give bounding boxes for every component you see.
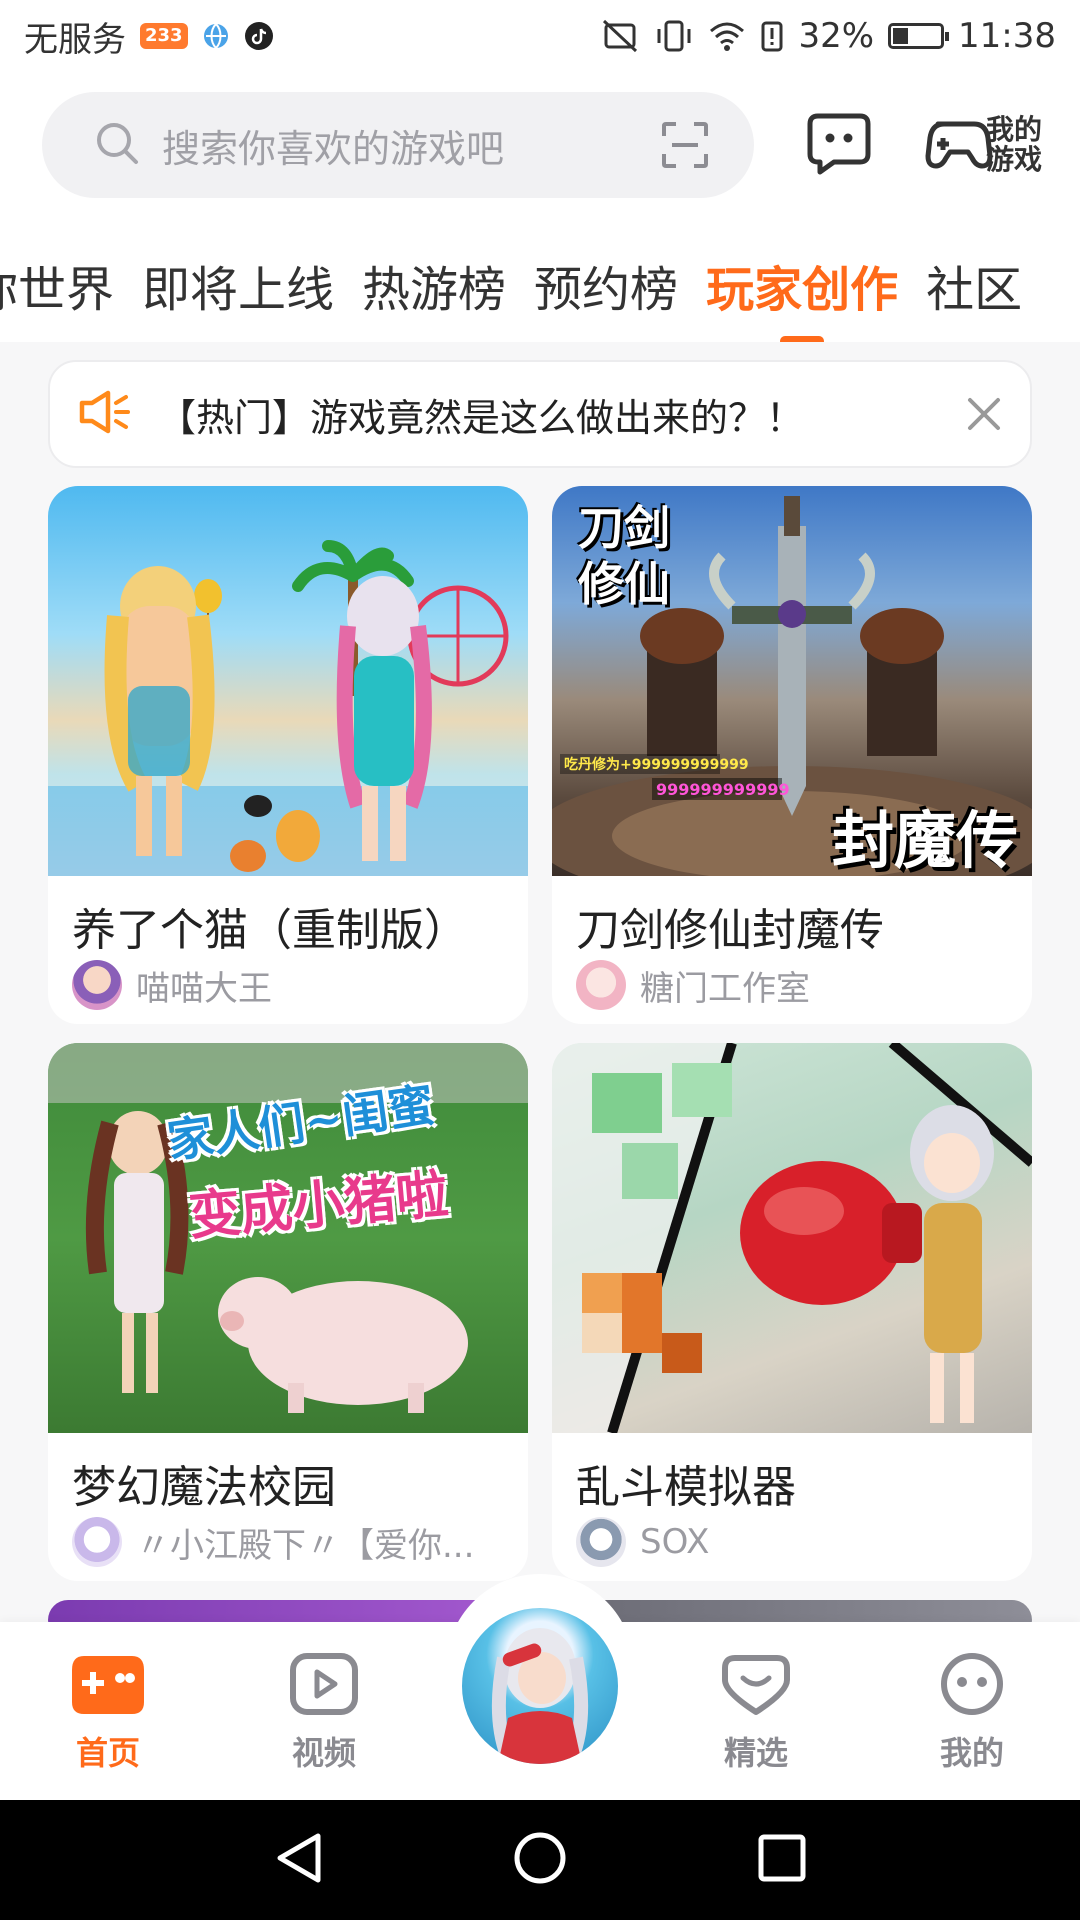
author-avatar xyxy=(576,1517,626,1567)
gamepad-icon xyxy=(70,1652,146,1720)
top-header: 搜索你喜欢的游戏吧 我的游戏 xyxy=(0,72,1080,222)
message-icon[interactable] xyxy=(806,110,872,180)
author-name: 糖门工作室 xyxy=(640,968,810,1009)
author-row[interactable]: SOX xyxy=(576,1517,1016,1567)
battery-icon xyxy=(888,23,950,49)
tab-community[interactable]: 社区 xyxy=(926,250,1022,320)
author-row[interactable]: 喵喵大王 xyxy=(72,960,512,1010)
clock-time: 11:38 xyxy=(958,16,1056,56)
nav-home[interactable]: 首页 xyxy=(48,1652,168,1774)
nav-featured[interactable]: 精选 xyxy=(696,1652,816,1774)
notice-text: 【热门】游戏竟然是这么做出来的？！ xyxy=(158,395,805,440)
author-row[interactable]: 〃小江殿下〃【爱你... xyxy=(72,1517,512,1567)
play-icon xyxy=(289,1652,359,1720)
game-cover-image: 家人们~闺蜜 变成小猪啦 xyxy=(48,1043,528,1433)
nav-video[interactable]: 视频 xyxy=(264,1652,384,1774)
tiktok-icon xyxy=(244,21,274,51)
browser-icon xyxy=(202,22,230,50)
battery-alert-icon xyxy=(760,19,784,53)
carrier-text: 无服务 xyxy=(24,19,126,60)
recents-square-icon[interactable] xyxy=(754,1830,810,1890)
category-tabs: 你世界 即将上线 热游榜 预约榜 玩家创作 社区 xyxy=(0,222,1080,342)
scan-icon[interactable] xyxy=(660,120,710,174)
cover-stat-text: 吃丹修为+999999999999 xyxy=(564,757,749,773)
author-name: 〃小江殿下〃【爱你... xyxy=(136,1525,475,1566)
game-card[interactable]: 刀剑修仙 吃丹修为+999999999999 999999999999 封魔传 … xyxy=(552,486,1032,1024)
center-character-button[interactable] xyxy=(456,1602,624,1770)
active-tab-indicator xyxy=(780,336,825,342)
cover-text-bottom: 封魔传 xyxy=(831,804,1018,876)
game-title: 养了个猫（重制版） xyxy=(72,905,468,956)
game-title: 梦幻魔法校园 xyxy=(72,1462,336,1513)
nav-home-label: 首页 xyxy=(75,1734,140,1772)
battery-percent: 32% xyxy=(798,16,875,56)
game-cover-image xyxy=(552,1043,1032,1433)
back-icon[interactable] xyxy=(272,1830,328,1890)
cover-text-top: 刀剑修仙 xyxy=(578,501,670,611)
cover-stat-number: 999999999999 xyxy=(656,780,790,799)
tab-coming-soon[interactable]: 即将上线 xyxy=(142,250,334,320)
megaphone-icon xyxy=(78,389,132,439)
tab-player-creations[interactable]: 玩家创作 xyxy=(706,250,899,342)
my-games-button[interactable]: 我的游戏 xyxy=(924,108,1044,182)
tab-hot-ranking[interactable]: 热游榜 xyxy=(362,250,506,320)
home-circle-icon[interactable] xyxy=(512,1830,568,1890)
notice-banner[interactable]: 【热门】游戏竟然是这么做出来的？！ xyxy=(48,360,1032,468)
nav-featured-label: 精选 xyxy=(723,1734,788,1772)
search-input[interactable]: 搜索你喜欢的游戏吧 xyxy=(162,118,504,173)
search-bar[interactable]: 搜索你喜欢的游戏吧 xyxy=(42,92,754,198)
game-title: 乱斗模拟器 xyxy=(576,1462,796,1513)
author-avatar xyxy=(72,960,122,1010)
author-avatar xyxy=(72,1517,122,1567)
tabs-row: 你世界 即将上线 热游榜 预约榜 玩家创作 社区 xyxy=(0,250,1022,342)
status-bar: 无服务 233 32% 11:38 xyxy=(0,0,1080,72)
game-cover-image xyxy=(48,486,528,876)
author-name: 喵喵大王 xyxy=(136,968,272,1009)
game-cover-image: 刀剑修仙 吃丹修为+999999999999 999999999999 封魔传 xyxy=(552,486,1032,876)
tab-player-creations-label: 玩家创作 xyxy=(706,262,899,318)
game-card[interactable]: 家人们~闺蜜 变成小猪啦 梦幻魔法校园 〃小江殿下〃【爱你... xyxy=(48,1043,528,1581)
close-icon[interactable] xyxy=(964,394,1004,438)
heart-badge-icon xyxy=(721,1652,791,1720)
author-row[interactable]: 糖门工作室 xyxy=(576,960,1016,1010)
no-sim-icon xyxy=(600,19,640,53)
author-avatar xyxy=(576,960,626,1010)
tab-reservation-ranking[interactable]: 预约榜 xyxy=(534,250,678,320)
game-card[interactable]: 乱斗模拟器 SOX xyxy=(552,1043,1032,1581)
app-233-badge-icon: 233 xyxy=(140,23,188,49)
author-name: SOX xyxy=(640,1522,710,1562)
tab-world[interactable]: 你世界 xyxy=(0,250,114,320)
nav-profile-label: 我的 xyxy=(939,1734,1004,1772)
game-title: 刀剑修仙封魔传 xyxy=(576,905,884,956)
search-icon xyxy=(94,120,140,170)
nav-profile[interactable]: 我的 xyxy=(912,1652,1032,1774)
wifi-icon xyxy=(708,20,746,52)
vibrate-icon xyxy=(654,19,694,53)
nav-video-label: 视频 xyxy=(291,1734,356,1772)
system-navigation-bar xyxy=(0,1800,1080,1920)
status-left: 无服务 233 xyxy=(24,12,274,61)
game-card[interactable]: 养了个猫（重制版） 喵喵大王 xyxy=(48,486,528,1024)
my-games-label: 我的游戏 xyxy=(985,113,1042,176)
status-right: 32% 11:38 xyxy=(600,16,1056,56)
face-icon xyxy=(938,1652,1006,1720)
